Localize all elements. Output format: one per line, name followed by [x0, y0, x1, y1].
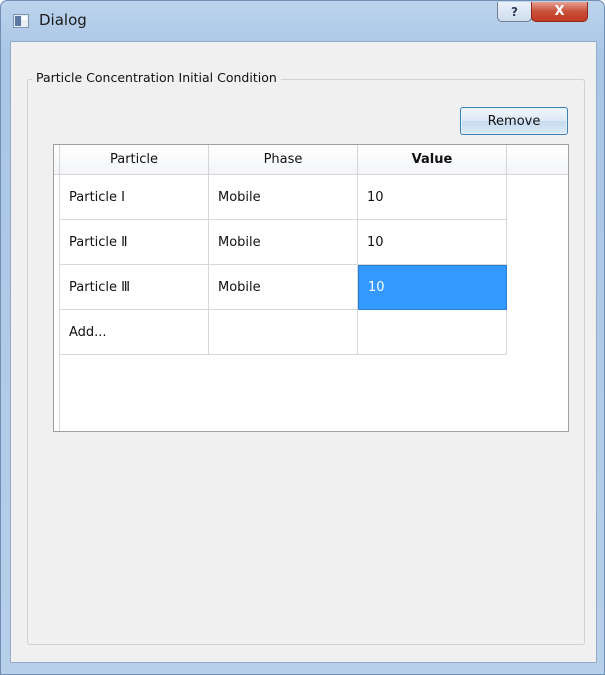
help-icon: ? [511, 4, 518, 19]
table-row[interactable]: Particle Ⅲ Mobile 10 [54, 265, 507, 310]
cell-particle[interactable]: Particle Ⅲ [60, 265, 209, 310]
window-title: Dialog [39, 11, 87, 29]
column-header-particle[interactable]: Particle [60, 145, 209, 174]
help-button[interactable]: ? [497, 2, 532, 22]
cell-phase[interactable]: Mobile [209, 220, 358, 265]
table-row[interactable]: Particle Ⅱ Mobile 10 [54, 220, 507, 265]
title-bar[interactable]: Dialog ? X [1, 1, 604, 41]
app-window-icon [13, 14, 29, 28]
cell-phase[interactable]: Mobile [209, 175, 358, 220]
column-header-value[interactable]: Value [358, 145, 507, 174]
particle-table[interactable]: Particle Phase Value Particle I Mobile 1… [53, 144, 569, 432]
cell-value[interactable]: 10 [358, 220, 507, 265]
cell-value[interactable] [358, 310, 507, 355]
close-button[interactable]: X [531, 2, 588, 22]
cell-particle[interactable]: Particle Ⅱ [60, 220, 209, 265]
table-row[interactable]: Particle I Mobile 10 [54, 175, 507, 220]
cell-particle[interactable]: Particle I [60, 175, 209, 220]
table-header: Particle Phase Value [54, 145, 568, 175]
close-icon: X [554, 4, 565, 19]
cell-value-selected[interactable]: 10 [358, 265, 507, 310]
cell-phase[interactable] [209, 310, 358, 355]
remove-button[interactable]: Remove [460, 107, 568, 135]
header-filler [507, 145, 568, 174]
cell-phase[interactable]: Mobile [209, 265, 358, 310]
cell-add-new[interactable]: Add... [60, 310, 209, 355]
groupbox-title: Particle Concentration Initial Condition [32, 70, 281, 85]
table-row-add[interactable]: Add... [54, 310, 507, 355]
column-header-phase[interactable]: Phase [209, 145, 358, 174]
cell-value[interactable]: 10 [358, 175, 507, 220]
